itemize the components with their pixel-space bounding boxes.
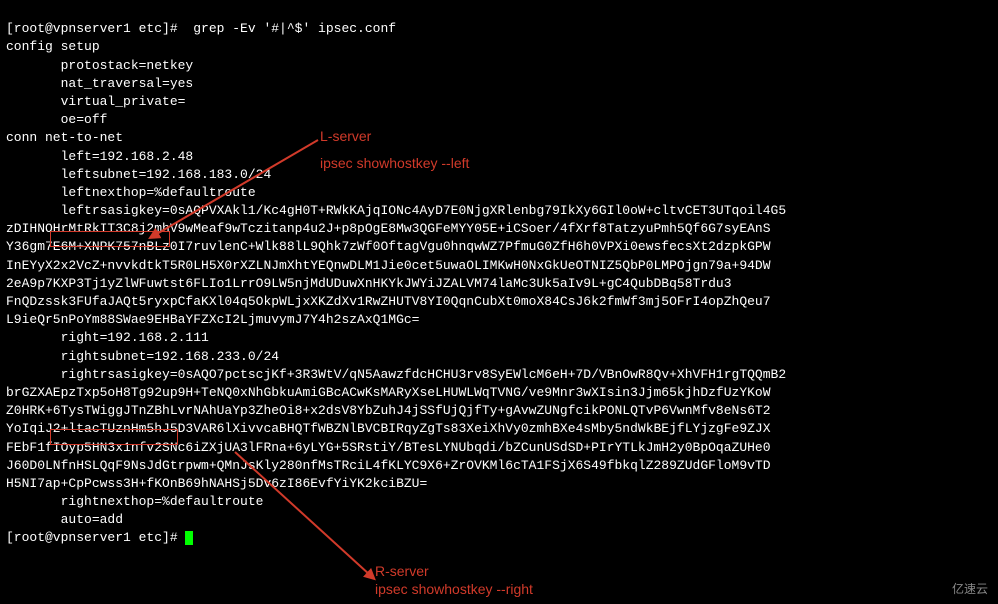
line: brGZXAEpzTxp5oH8Tg92up9H+TeNQ0xNhGbkuAmi… — [6, 385, 771, 400]
line-rightkey: rightrsasigkey=0sAQO7pctscjKf+3R3WtV/qN5… — [6, 367, 786, 382]
line: nat_traversal=yes — [6, 76, 193, 91]
line: leftsubnet=192.168.183.0/24 — [6, 167, 271, 182]
line: protostack=netkey — [6, 58, 193, 73]
line: [root@vpnserver1 etc]# grep -Ev '#|^$' i… — [6, 21, 396, 36]
line: InEYyX2x2VcZ+nvvkdtkT5R0LH5X0rXZLNJmXhtY… — [6, 258, 771, 273]
highlight-rightrsasigkey — [50, 429, 178, 445]
line: right=192.168.2.111 — [6, 330, 209, 345]
line: rightsubnet=192.168.233.0/24 — [6, 349, 279, 364]
line-leftkey: leftrsasigkey=0sAQPVXAkl1/Kc4gH0T+RWkKAj… — [6, 203, 786, 218]
line: Z0HRK+6TysTWiggJTnZBhLvrNAhUaYp3ZheOi8+x… — [6, 403, 771, 418]
watermark: 亿速云 — [952, 581, 988, 598]
annotation-l-server: L-server — [320, 127, 371, 147]
line: conn net-to-net — [6, 130, 123, 145]
line: auto=add — [6, 512, 123, 527]
line: FnQDzssk3FUfaJAQt5ryxpCfaKXl04q5OkpWLjxX… — [6, 294, 771, 309]
terminal-output: [root@vpnserver1 etc]# grep -Ev '#|^$' i… — [0, 0, 792, 550]
highlight-leftrsasigkey — [50, 231, 170, 247]
line: 2eA9p7KXP3Tj1yZlWFuwtst6FLIo1LrrO9LW5njM… — [6, 276, 732, 291]
line: H5NI7ap+CpPcwss3H+fKOnB69hNAHSj5Dv6zI86E… — [6, 476, 427, 491]
prompt-line[interactable]: [root@vpnserver1 etc]# — [6, 530, 193, 545]
annotation-l-cmd: ipsec showhostkey --left — [320, 154, 469, 174]
line: L9ieQr5nPoYm88SWae9EHBaYFZXcI2LjmuvymJ7Y… — [6, 312, 419, 327]
annotation-r-server: R-server — [375, 562, 429, 582]
cursor — [185, 531, 193, 545]
annotation-r-cmd: ipsec showhostkey --right — [375, 580, 533, 600]
line: left=192.168.2.48 — [6, 149, 193, 164]
line: virtual_private= — [6, 94, 185, 109]
line: rightnexthop=%defaultroute — [6, 494, 263, 509]
line: oe=off — [6, 112, 107, 127]
line: leftnexthop=%defaultroute — [6, 185, 256, 200]
line: J60D0LNfnHSLQqF9NsJdGtrpwm+QMnJsKly280nf… — [6, 458, 771, 473]
line: config setup — [6, 39, 100, 54]
